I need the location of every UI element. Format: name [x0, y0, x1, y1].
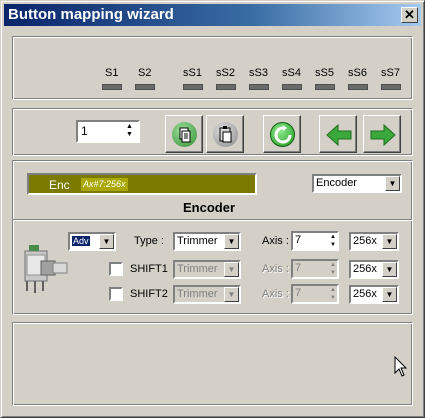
- type-label: Type :: [134, 235, 164, 247]
- button-index-spinner[interactable]: 1 ▲ ▼: [76, 120, 140, 143]
- shift2-axis-label: Axis :: [262, 288, 289, 300]
- chevron-down-icon[interactable]: ▼: [382, 234, 397, 249]
- label-s2: S2: [138, 67, 152, 79]
- axis-label: Axis :: [262, 235, 289, 247]
- label-ss1: sS1: [183, 67, 202, 79]
- refresh-icon: [270, 122, 295, 147]
- led-ss7: [381, 84, 401, 90]
- led-s2: [135, 84, 155, 90]
- led-ss3: [249, 84, 269, 90]
- axis-spinner[interactable]: 7 ▲ ▼: [291, 231, 339, 251]
- arrow-left-icon: [326, 124, 352, 146]
- type-select[interactable]: Trimmer ▼: [173, 232, 241, 251]
- copy-icon: [172, 122, 197, 147]
- led-ss1: [183, 84, 203, 90]
- copy-button[interactable]: [165, 115, 203, 153]
- shift2-label: SHIFT2: [130, 288, 168, 300]
- chevron-down-icon[interactable]: ▼: [224, 234, 239, 249]
- info-panel: [12, 322, 413, 406]
- shift1-resolution-select[interactable]: 256x ▼: [349, 260, 399, 279]
- chevron-down-icon[interactable]: ▼: [224, 262, 239, 277]
- paste-button[interactable]: [206, 115, 244, 153]
- encoder-knob-icon: [24, 245, 68, 293]
- spinner-arrows[interactable]: ▲ ▼: [330, 286, 336, 302]
- encoder-status-bar: Enc Ax#7:256x: [27, 173, 257, 195]
- spinner-value: 1: [81, 124, 88, 138]
- chevron-down-icon[interactable]: ▼: [382, 262, 397, 277]
- shift1-axis-spinner[interactable]: 7 ▲ ▼: [291, 259, 339, 279]
- paste-icon: [213, 122, 238, 147]
- shift1-checkbox[interactable]: [109, 262, 123, 276]
- label-ss5: sS5: [315, 67, 334, 79]
- shift2-axis-spinner[interactable]: 7 ▲ ▼: [291, 284, 339, 304]
- reset-button[interactable]: [263, 115, 301, 153]
- chevron-down-icon[interactable]: ▼: [382, 287, 397, 302]
- label-ss3: sS3: [249, 67, 268, 79]
- shift2-type-select[interactable]: Trimmer ▼: [173, 285, 241, 304]
- resolution-select[interactable]: 256x ▼: [349, 232, 399, 251]
- label-s1: S1: [105, 67, 119, 79]
- next-button[interactable]: [363, 115, 401, 153]
- chevron-down-icon[interactable]: ▼: [99, 234, 114, 249]
- led-ss4: [282, 84, 302, 90]
- spinner-arrows[interactable]: ▲ ▼: [330, 261, 336, 277]
- encoder-separator: [13, 219, 412, 221]
- led-ss6: [348, 84, 368, 90]
- label-ss2: sS2: [216, 67, 235, 79]
- previous-button[interactable]: [319, 115, 357, 153]
- shift2-resolution-select[interactable]: 256x ▼: [349, 285, 399, 304]
- shift1-label: SHIFT1: [130, 263, 168, 275]
- wizard-window: Button mapping wizard ✕ S1 S2 sS1 sS2 sS…: [0, 0, 425, 418]
- shift1-axis-label: Axis :: [262, 263, 289, 275]
- label-ss4: sS4: [282, 67, 301, 79]
- encoder-title: Encoder: [183, 200, 236, 215]
- led-ss2: [216, 84, 236, 90]
- led-s1: [102, 84, 122, 90]
- encoder-bar-value: Ax#7:256x: [81, 178, 128, 191]
- window-title: Button mapping wizard: [8, 6, 174, 23]
- label-ss6: sS6: [348, 67, 367, 79]
- mouse-cursor-icon: [394, 356, 408, 377]
- shift2-checkbox[interactable]: [109, 287, 123, 301]
- chevron-down-icon[interactable]: ▼: [385, 176, 400, 191]
- led-ss5: [315, 84, 335, 90]
- shift1-type-select[interactable]: Trimmer ▼: [173, 260, 241, 279]
- chevron-down-icon[interactable]: ▼: [224, 287, 239, 302]
- mode-select[interactable]: Adv ▼: [68, 232, 116, 251]
- label-ss7: sS7: [381, 67, 400, 79]
- title-bar[interactable]: Button mapping wizard ✕: [4, 4, 421, 26]
- spinner-arrows[interactable]: ▲ ▼: [330, 233, 336, 249]
- close-button[interactable]: ✕: [401, 7, 418, 23]
- spinner-arrows[interactable]: ▲ ▼: [122, 123, 137, 140]
- encoder-bar-label: Enc: [49, 178, 70, 192]
- control-type-select[interactable]: Encoder ▼: [312, 174, 402, 193]
- arrow-right-icon: [370, 124, 396, 146]
